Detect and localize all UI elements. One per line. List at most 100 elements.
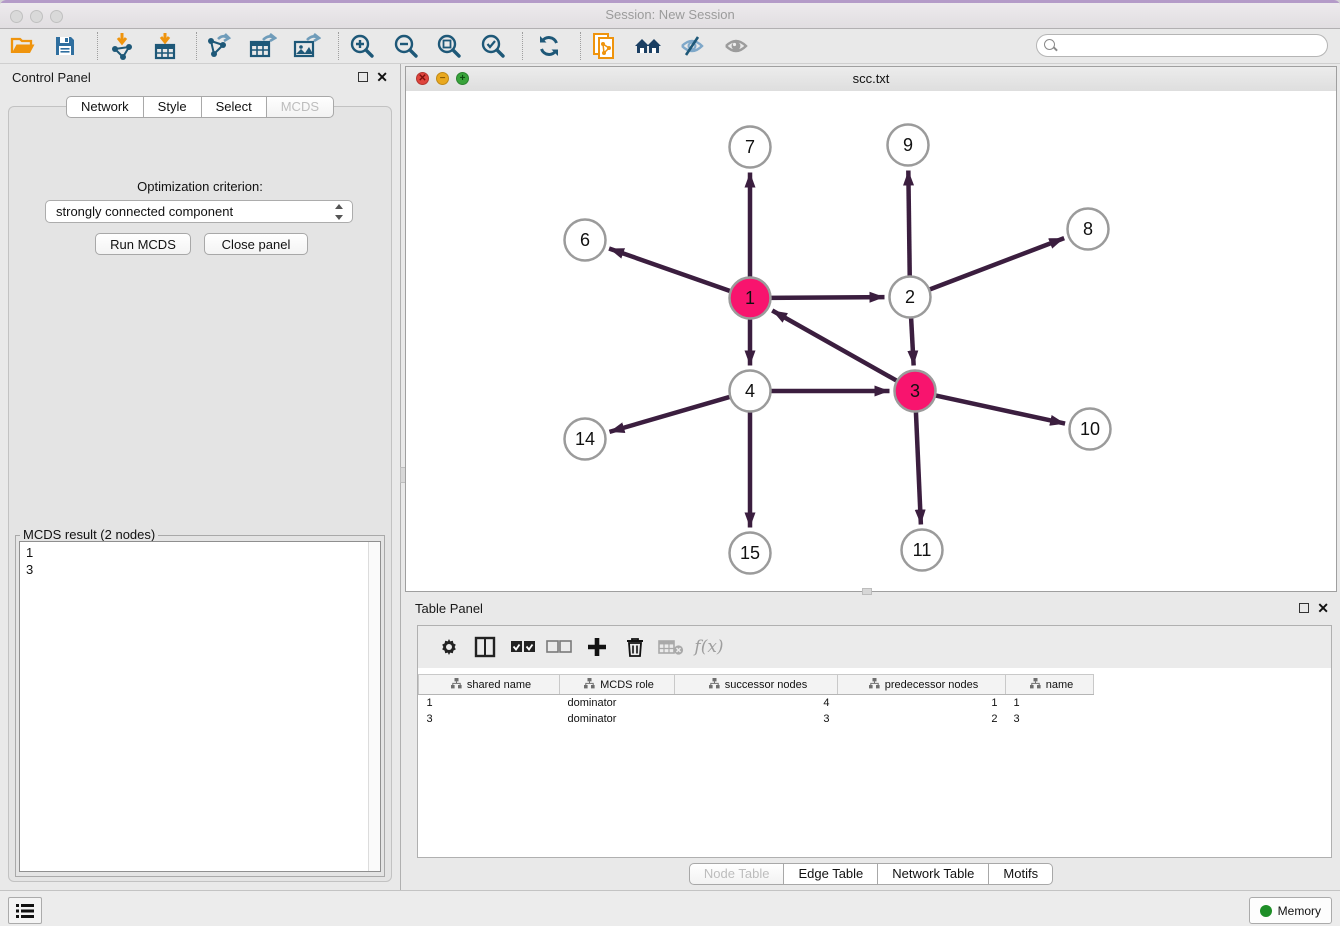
fx-label: f(x) — [694, 637, 723, 657]
graph-node-3[interactable]: 3 — [895, 371, 936, 412]
tab-motifs[interactable]: Motifs — [989, 863, 1053, 885]
tab-node-table[interactable]: Node Table — [689, 863, 785, 885]
search-input[interactable] — [1036, 34, 1328, 57]
graph-node-11[interactable]: 11 — [902, 530, 943, 571]
graph-edge-3-11[interactable] — [916, 409, 921, 524]
tab-mcds[interactable]: MCDS — [267, 96, 334, 118]
clone-network-icon[interactable] — [588, 31, 622, 61]
column-header-successor-nodes[interactable]: successor nodes — [675, 675, 838, 695]
task-history-button[interactable] — [8, 897, 42, 924]
svg-text:10: 10 — [1080, 419, 1100, 439]
hide-selected-icon[interactable] — [675, 31, 709, 61]
graph-node-4[interactable]: 4 — [730, 371, 771, 412]
mcds-panel: Optimization criterion: strongly connect… — [8, 106, 392, 882]
zoom-selected-icon[interactable] — [476, 31, 510, 61]
table-row[interactable]: 1dominator411 — [419, 695, 1110, 712]
tab-network-table[interactable]: Network Table — [878, 863, 989, 885]
graph-edge-1-6[interactable] — [609, 248, 732, 291]
column-header-MCDS-role[interactable]: MCDS role — [560, 675, 675, 695]
control-panel-header: Control Panel ✕ — [0, 64, 400, 90]
show-columns-icon[interactable] — [470, 632, 500, 662]
graph-node-8[interactable]: 8 — [1068, 209, 1109, 250]
graph-node-1[interactable]: 1 — [730, 278, 771, 319]
open-file-icon[interactable] — [6, 31, 40, 61]
graph-node-14[interactable]: 14 — [565, 419, 606, 460]
export-network-icon[interactable] — [202, 31, 236, 61]
table-panel-title: Table Panel — [415, 601, 483, 616]
graph-edge-3-10[interactable] — [933, 395, 1065, 424]
save-session-icon[interactable] — [48, 31, 82, 61]
table-close-icon[interactable]: ✕ — [1317, 600, 1329, 616]
deselect-all-icon[interactable] — [544, 632, 574, 662]
mcds-result-line: 3 — [26, 561, 380, 578]
tab-style[interactable]: Style — [144, 96, 202, 118]
select-all-icon[interactable] — [508, 632, 538, 662]
column-header-shared-name[interactable]: shared name — [419, 675, 560, 695]
zoom-fit-icon[interactable] — [432, 31, 466, 61]
table-toolbar: f(x) — [418, 626, 1331, 668]
export-image-icon[interactable] — [290, 31, 324, 61]
graph-node-7[interactable]: 7 — [730, 127, 771, 168]
graph-node-2[interactable]: 2 — [890, 277, 931, 318]
graph-node-15[interactable]: 15 — [730, 533, 771, 574]
tab-network[interactable]: Network — [66, 96, 144, 118]
graph-edge-4-14[interactable] — [609, 396, 732, 432]
float-panel-icon[interactable] — [358, 72, 368, 82]
main-toolbar — [0, 29, 1340, 64]
close-panel-button[interactable]: Close panel — [204, 233, 308, 255]
graph-node-10[interactable]: 10 — [1070, 409, 1111, 450]
import-table-icon[interactable] — [148, 31, 182, 61]
home-houses-icon[interactable] — [631, 31, 665, 61]
import-network-icon[interactable] — [105, 31, 139, 61]
column-header-predecessor-nodes[interactable]: predecessor nodes — [838, 675, 1006, 695]
svg-text:3: 3 — [910, 381, 920, 401]
memory-button[interactable]: Memory — [1249, 897, 1332, 924]
tab-edge-table[interactable]: Edge Table — [784, 863, 878, 885]
table-container: f(x) shared nameMCDS rolesuccessor nodes… — [417, 625, 1332, 858]
export-table-icon[interactable] — [246, 31, 280, 61]
show-hidden-icon[interactable] — [719, 31, 753, 61]
svg-text:11: 11 — [913, 540, 932, 560]
network-graph: 7 9 6 8 1 2 4 3 14 10 15 11 — [406, 91, 1336, 592]
criterion-dropdown[interactable]: strongly connected component — [45, 200, 353, 223]
table-row[interactable]: 3dominator323 — [419, 711, 1110, 727]
graph-node-6[interactable]: 6 — [565, 220, 606, 261]
mcds-result-title: MCDS result (2 nodes) — [20, 527, 158, 542]
svg-text:4: 4 — [745, 381, 755, 401]
list-icon — [15, 903, 35, 919]
result-scrollbar[interactable] — [368, 542, 380, 871]
zoom-in-icon[interactable] — [345, 31, 379, 61]
table-panel-tabs: Node TableEdge TableNetwork TableMotifs — [405, 863, 1337, 885]
refresh-icon[interactable] — [532, 31, 566, 61]
search-icon — [1044, 39, 1055, 50]
graph-node-9[interactable]: 9 — [888, 125, 929, 166]
settings-gear-icon[interactable] — [434, 632, 464, 662]
tab-select[interactable]: Select — [202, 96, 267, 118]
column-header-name[interactable]: name — [1006, 675, 1094, 695]
run-mcds-button[interactable]: Run MCDS — [95, 233, 191, 255]
zoom-out-icon[interactable] — [389, 31, 423, 61]
control-panel: Control Panel ✕ NetworkStyleSelectMCDS O… — [0, 64, 401, 890]
delete-rows-icon[interactable] — [620, 632, 650, 662]
close-panel-icon[interactable]: ✕ — [376, 69, 388, 85]
graph-edge-3-1[interactable] — [772, 311, 899, 382]
graph-edge-2-3[interactable] — [911, 315, 914, 365]
svg-text:15: 15 — [740, 543, 760, 563]
function-builder-icon: f(x) — [694, 632, 724, 662]
optimization-criterion-label: Optimization criterion: — [9, 179, 391, 194]
column-header-spacer — [1094, 675, 1110, 695]
network-window-title: scc.txt — [406, 71, 1336, 86]
mcds-result-text[interactable]: 13 — [19, 541, 381, 872]
delete-table-icon — [656, 632, 686, 662]
horizontal-splitter-handle[interactable] — [862, 588, 872, 595]
graph-edge-2-8[interactable] — [927, 238, 1064, 290]
graph-edge-1-2[interactable] — [768, 297, 884, 298]
node-table-header: shared nameMCDS rolesuccessor nodesprede… — [419, 675, 1110, 695]
svg-text:9: 9 — [903, 135, 913, 155]
add-row-icon[interactable] — [582, 632, 612, 662]
svg-text:1: 1 — [745, 288, 755, 308]
workspace: Control Panel ✕ NetworkStyleSelectMCDS O… — [0, 64, 1340, 890]
network-canvas[interactable]: 7 9 6 8 1 2 4 3 14 10 15 11 — [406, 91, 1336, 591]
graph-edge-2-9[interactable] — [908, 170, 909, 278]
table-float-icon[interactable] — [1299, 603, 1309, 613]
